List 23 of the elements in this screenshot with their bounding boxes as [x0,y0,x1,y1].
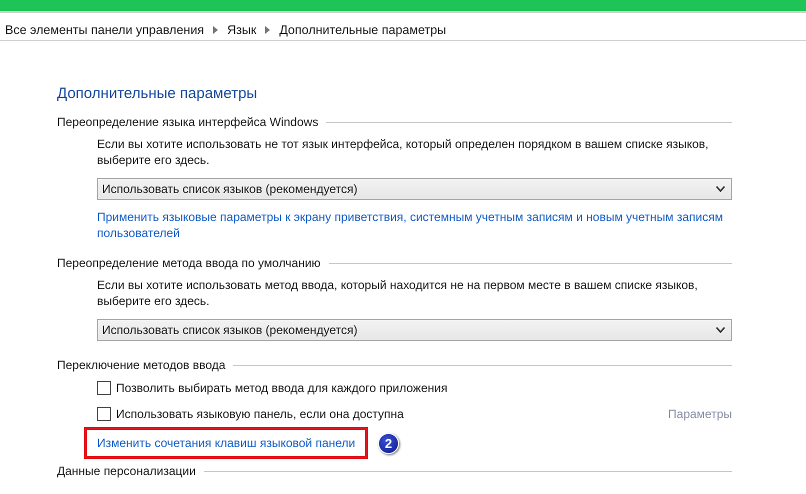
checkbox-label: Использовать языковую панель, если она доступна [116,407,405,421]
checkbox[interactable] [97,407,111,421]
section-heading: Переопределение метода ввода по умолчанию [57,256,321,270]
checkbox[interactable] [97,381,111,395]
checkbox-label: Позволить выбирать метод ввода для каждого приложения [116,381,448,395]
section-heading: Переопределение языка интерфейса Windows [57,115,318,129]
chevron-right-icon [265,26,270,34]
description-text: Если вы хотите использовать не тот язык интерфейса, который определен порядком в вашем списке языков, выберите его здесь. [97,136,710,168]
chevron-down-icon [716,186,725,192]
language-dropdown[interactable]: Использовать список языков (рекомендуется) [97,319,732,341]
breadcrumb-item[interactable]: Все элементы панели управления [5,22,204,36]
breadcrumb-item[interactable]: Дополнительные параметры [279,22,446,36]
section-heading: Переключение методов ввода [57,358,226,372]
breadcrumb-item[interactable]: Язык [227,22,256,36]
section-heading: Данные персонализации [57,464,196,478]
apply-settings-link[interactable]: Применить языковые параметры к экрану приветствия, системным учетным записям и новым учетным записям пользователей [97,209,732,241]
page-title: Дополнительные параметры [57,85,258,102]
chevron-right-icon [213,26,218,34]
language-dropdown[interactable]: Использовать список языков (рекомендуется) [97,178,732,200]
description-text: Если вы хотите использовать метод ввода, который находится не на первом месте в вашем списке языков, выберите его здесь. [97,277,699,309]
step-badge: 2 [378,432,399,454]
chevron-down-icon [716,327,725,333]
highlighted-link[interactable]: Изменить сочетания клавиш языковой панели [84,427,368,459]
